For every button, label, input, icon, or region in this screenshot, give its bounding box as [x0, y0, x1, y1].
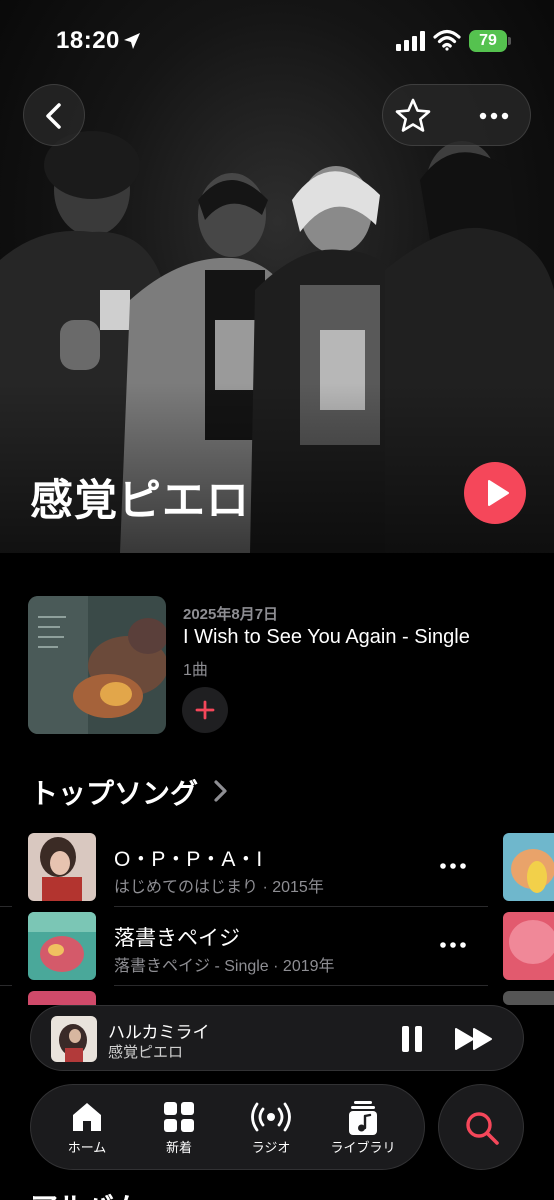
next-column-artwork[interactable] — [503, 833, 554, 901]
top-songs-heading[interactable]: トップソング — [30, 772, 198, 812]
battery-tip — [508, 37, 511, 45]
tab-label: ライブラリ — [330, 1140, 396, 1155]
header-actions — [382, 84, 531, 146]
song-subtitle: 落書きペイジ - Single · 2019年 — [114, 958, 335, 975]
mini-player[interactable]: ハルカミライ 感覚ピエロ — [30, 1005, 524, 1071]
song-artwork-image — [28, 833, 96, 901]
row-divider-edge — [0, 985, 12, 986]
plus-icon — [195, 700, 215, 720]
status-bar: 18:20 79 — [0, 0, 554, 80]
status-time: 18:20 — [56, 27, 120, 54]
song-title: O・P・P・A・I — [114, 848, 263, 871]
tab-label: 新着 — [165, 1140, 192, 1155]
battery-indicator: 79 — [469, 30, 507, 52]
next-column-artwork[interactable] — [503, 991, 554, 1005]
song-row-3-partial[interactable] — [28, 991, 488, 1005]
artwork-image — [503, 833, 554, 901]
tab-label: ホーム — [67, 1140, 107, 1155]
chevron-right-icon[interactable] — [212, 779, 228, 803]
artwork-image — [503, 912, 554, 980]
tab-label: ラジオ — [251, 1140, 291, 1155]
song-subtitle: はじめてのはじまり · 2015年 — [114, 879, 324, 896]
radio-icon — [251, 1102, 291, 1132]
artist-name: 感覚ピエロ — [30, 477, 250, 525]
song-row-2[interactable]: 落書きペイジ 落書きペイジ - Single · 2019年 — [28, 912, 488, 988]
library-icon — [349, 1101, 377, 1135]
now-playing-artwork-image — [51, 1016, 97, 1062]
artwork-image — [503, 991, 554, 1005]
latest-release-artwork[interactable] — [28, 596, 166, 734]
now-playing-title: ハルカミライ — [108, 1023, 210, 1042]
tab-home[interactable]: ホーム — [47, 1097, 127, 1161]
tab-new[interactable]: 新着 — [139, 1097, 219, 1161]
album-cover-image — [28, 596, 166, 734]
add-to-library-button[interactable] — [182, 687, 228, 733]
tab-bar: ホーム 新着 ラジオ ライブラリ — [30, 1084, 425, 1170]
song-artwork-image — [28, 912, 96, 980]
next-column-artwork[interactable] — [503, 912, 554, 980]
song-artwork — [28, 833, 96, 901]
row-divider — [114, 906, 488, 907]
song-more-icon[interactable] — [436, 849, 470, 883]
search-button[interactable] — [438, 1084, 524, 1170]
now-playing-artist: 感覚ピエロ — [108, 1044, 184, 1061]
fast-forward-icon[interactable] — [454, 1025, 494, 1053]
location-arrow-icon — [124, 33, 140, 49]
grid-icon — [164, 1102, 194, 1132]
song-more-icon[interactable] — [436, 928, 470, 962]
tab-radio[interactable]: ラジオ — [231, 1097, 311, 1161]
back-button[interactable] — [23, 84, 85, 146]
release-date: 2025年8月7日 — [183, 606, 279, 623]
now-playing-artwork — [51, 1016, 97, 1062]
play-icon — [488, 480, 509, 506]
row-divider-edge — [0, 906, 12, 907]
song-title: 落書きペイジ — [114, 927, 240, 950]
pause-icon[interactable] — [398, 1024, 426, 1054]
row-divider — [114, 985, 488, 986]
song-row-1[interactable]: O・P・P・A・I はじめてのはじまり · 2015年 — [28, 833, 488, 909]
song-artwork — [28, 912, 96, 980]
chevron-left-icon — [46, 103, 61, 129]
search-icon — [466, 1112, 499, 1145]
more-options-icon[interactable] — [471, 96, 517, 136]
play-artist-button[interactable] — [464, 462, 526, 524]
release-track-count: 1曲 — [183, 662, 208, 679]
home-icon — [73, 1103, 101, 1131]
favorite-star-icon[interactable] — [393, 96, 433, 136]
tab-library[interactable]: ライブラリ — [323, 1097, 403, 1161]
song-artwork — [28, 991, 96, 1005]
release-title[interactable]: I Wish to See You Again - Single — [183, 626, 470, 649]
wifi-icon — [433, 29, 461, 51]
albums-heading: アルバム — [30, 1186, 142, 1200]
cellular-signal-icon — [396, 31, 425, 51]
